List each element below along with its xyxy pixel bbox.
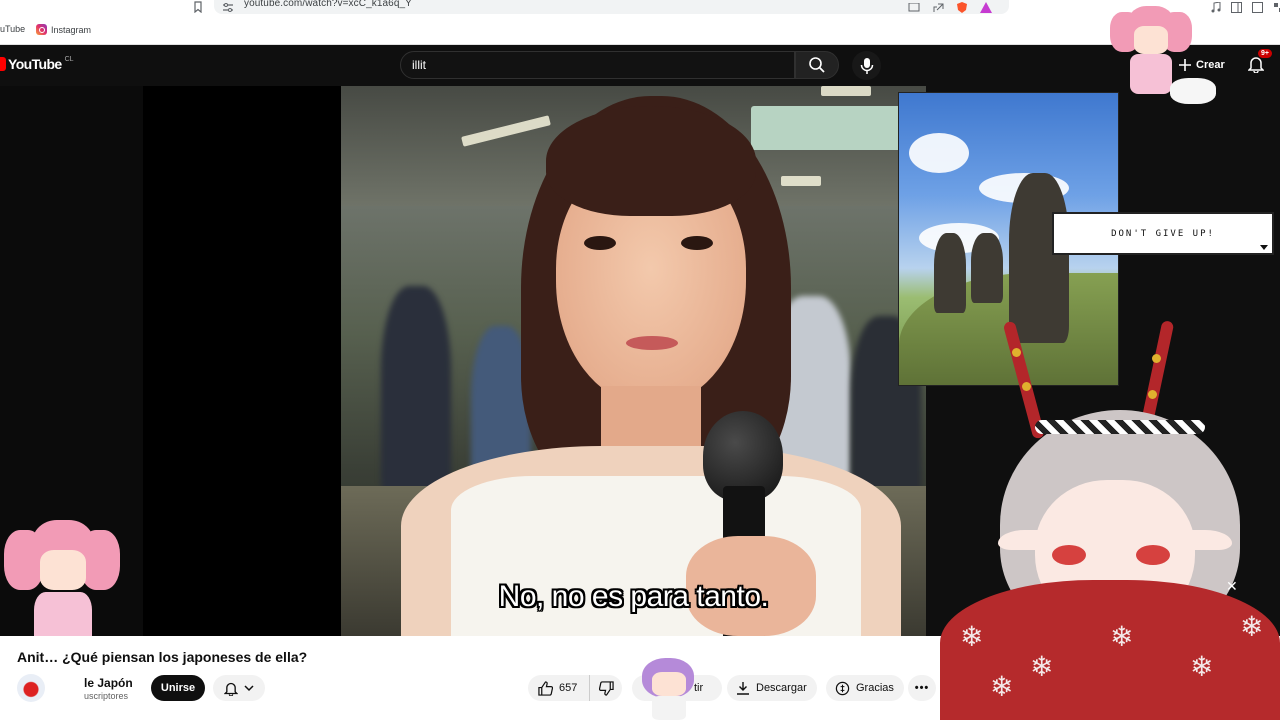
thanks-button[interactable]: Gracias — [826, 675, 904, 701]
chevron-down-icon — [244, 684, 254, 691]
thumbs-up-icon — [538, 680, 553, 696]
browser-toolbar: youtube.com/watch?v=xcC_k1a6q_Y — [0, 0, 1280, 14]
bookmark-youtube[interactable]: uTube — [0, 24, 25, 34]
pixel-mascot-top — [1110, 6, 1220, 111]
subscription-bell-button[interactable] — [213, 675, 265, 701]
download-label: Descargar — [756, 682, 807, 694]
video-frame — [341, 86, 926, 636]
subscriber-count: uscriptores — [84, 691, 129, 701]
bookmark-label: Instagram — [51, 24, 92, 35]
youtube-play-icon — [0, 57, 6, 71]
site-info-icon[interactable] — [222, 0, 236, 12]
youtube-masthead: YouTube CL Crear 9+ — [0, 45, 1280, 86]
voice-search-button[interactable] — [852, 51, 881, 80]
brave-shield-icon[interactable] — [956, 0, 970, 13]
player-letterbox — [143, 86, 341, 636]
video-subtitle: No, no es para tanto. — [498, 580, 769, 613]
bookmark-star-icon[interactable] — [192, 0, 206, 14]
dislike-button[interactable] — [590, 680, 622, 696]
logo-text: YouTube — [8, 56, 62, 72]
notifications-button[interactable]: 9+ — [1247, 49, 1272, 75]
speech-bubble-text: DON'T GIVE UP! — [1111, 228, 1215, 239]
search-box — [400, 51, 795, 79]
channel-avatar[interactable] — [17, 674, 45, 702]
bookmark-instagram[interactable]: Instagram — [36, 24, 91, 35]
microphone-icon — [860, 57, 873, 74]
thumbs-down-icon — [598, 680, 614, 696]
bell-icon — [224, 682, 238, 696]
bookmark-label: uTube — [0, 24, 26, 34]
like-count: 657 — [559, 682, 578, 694]
vtuber-avatar: ❄ ❄ ❄ ❄ ❄ ❄ ✕ — [940, 320, 1280, 720]
url-text: youtube.com/watch?v=xcC_k1a6q_Y — [244, 0, 412, 9]
search-button[interactable] — [795, 51, 839, 79]
speech-bubble: DON'T GIVE UP! — [1052, 212, 1274, 255]
more-actions-button[interactable]: ••• — [908, 675, 936, 701]
address-bar[interactable]: youtube.com/watch?v=xcC_k1a6q_Y — [214, 0, 1009, 14]
rewards-triangle-icon[interactable] — [980, 0, 994, 13]
notification-count-badge: 9+ — [1258, 49, 1272, 58]
sidebar-icon[interactable] — [1231, 0, 1244, 13]
youtube-logo[interactable]: YouTube CL — [0, 56, 74, 72]
join-button[interactable]: Unirse — [151, 675, 205, 701]
bookmarks-bar: uTube Instagram — [0, 14, 1280, 45]
download-icon — [737, 682, 749, 695]
like-button[interactable]: 657 — [528, 675, 590, 701]
instagram-icon — [36, 24, 47, 35]
video-title: Anit… ¿Qué piensan los japoneses de ella… — [17, 649, 308, 665]
channel-name[interactable]: le Japón — [84, 676, 133, 690]
super-thanks-icon — [835, 681, 850, 695]
country-code: CL — [64, 56, 74, 63]
download-button[interactable]: Descargar — [727, 675, 817, 701]
search-icon — [809, 57, 825, 73]
thanks-label: Gracias — [856, 682, 894, 694]
continue-arrow-icon — [1260, 245, 1268, 250]
like-dislike-group: 657 — [528, 675, 622, 701]
close-icon[interactable]: ✕ — [1226, 578, 1238, 595]
extensions-icon[interactable] — [1273, 0, 1280, 12]
install-app-icon[interactable] — [908, 0, 922, 12]
share-page-icon[interactable] — [932, 0, 946, 12]
search-input[interactable] — [412, 58, 782, 72]
pixel-mascot-purple — [638, 656, 698, 720]
window-icon[interactable] — [1252, 0, 1265, 13]
